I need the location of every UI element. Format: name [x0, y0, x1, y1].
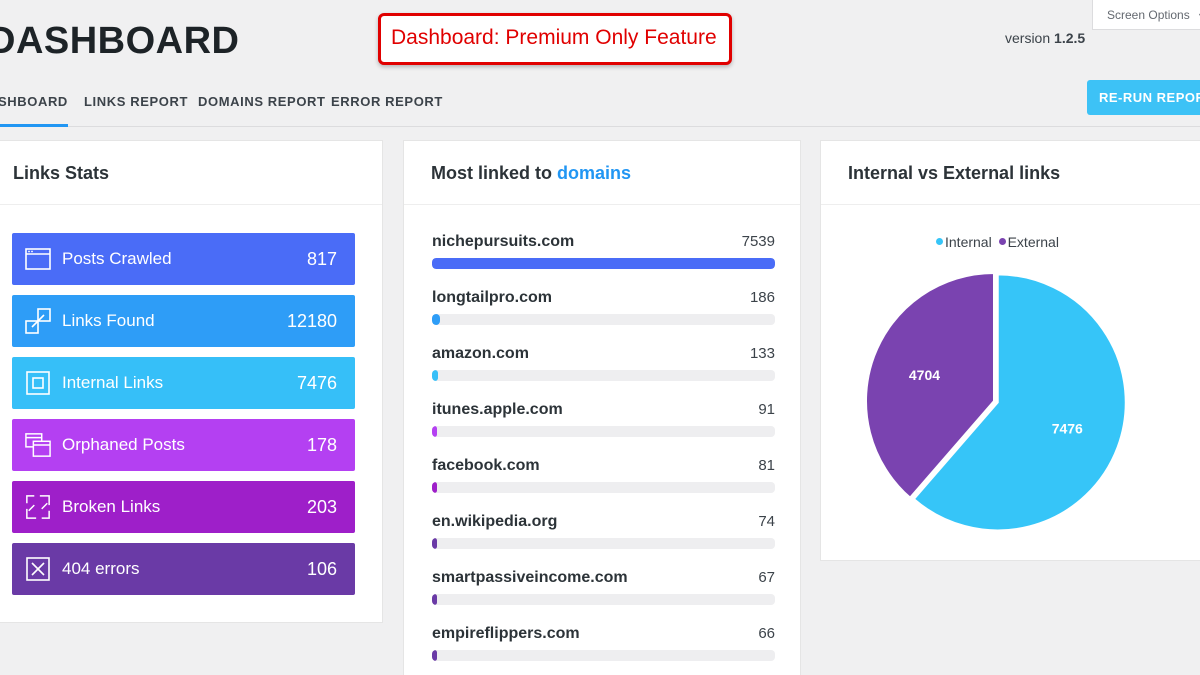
domains-link[interactable]: domains [557, 163, 631, 183]
domain-bar-track [432, 650, 775, 661]
stat-internal-links[interactable]: Internal Links 7476 [12, 357, 355, 409]
stat-value: 178 [306, 434, 337, 455]
legend-external[interactable]: External [996, 234, 1059, 250]
links-stats-title: Links Stats [0, 141, 382, 205]
domain-name: facebook.com [432, 457, 540, 474]
broken-link-icon [25, 494, 51, 520]
domain-bar-fill [432, 370, 439, 381]
stat-label: Orphaned Posts [62, 435, 185, 454]
domain-count: 7539 [741, 233, 775, 250]
close-box-icon [25, 556, 51, 582]
screen-options-button[interactable]: Screen Options ▼ [1092, 0, 1200, 30]
domains-title-prefix: Most linked to [431, 163, 552, 183]
version-label: version [1005, 30, 1051, 46]
chart-legend: Internal External [936, 234, 1059, 250]
stat-label: Posts Crawled [62, 249, 172, 268]
domain-bar-track [432, 314, 775, 325]
stat-label: Links Found [62, 311, 155, 330]
legend-internal-label: Internal [945, 234, 992, 250]
domain-bar-fill [432, 538, 438, 549]
tab-links-report[interactable]: LINKS REPORT [84, 94, 188, 127]
stat-links-found[interactable]: Links Found 12180 [12, 295, 355, 347]
domain-count: 81 [758, 457, 775, 474]
internal-external-card: Internal vs External links Internal Exte… [820, 140, 1200, 561]
domains-title: Most linked to domains [404, 141, 800, 205]
domain-bar-fill [432, 314, 441, 325]
domain-bar-track [432, 594, 775, 605]
domain-bar-fill [432, 258, 775, 269]
report-tabs: SHBOARD LINKS REPORT DOMAINS REPORT ERRO… [0, 84, 1200, 127]
domains-card: Most linked to domains nichepursuits.com… [403, 140, 801, 675]
domain-bar-track [432, 258, 775, 269]
legend-internal-dot [936, 238, 943, 245]
internal-external-title: Internal vs External links [821, 141, 1200, 205]
domain-count: 67 [758, 569, 775, 586]
link-icon [25, 308, 51, 334]
stat-value: 12180 [286, 310, 337, 331]
stat-value: 817 [306, 248, 337, 269]
version-number: 1.2.5 [1054, 30, 1086, 46]
domain-name: amazon.com [432, 345, 529, 362]
stat-broken-links[interactable]: Broken Links 203 [12, 481, 355, 533]
stat-value: 203 [306, 496, 337, 517]
version-info: version 1.2.5 [1005, 30, 1085, 46]
legend-external-label: External [1007, 234, 1059, 250]
stat-label: Broken Links [62, 497, 161, 516]
stat-orphaned-posts[interactable]: Orphaned Posts 178 [12, 419, 355, 471]
screen-options-label: Screen Options [1107, 8, 1190, 22]
domain-name: en.wikipedia.org [432, 513, 558, 530]
stat-value: 106 [306, 558, 337, 579]
domain-name: empireflippers.com [432, 625, 580, 642]
domain-count: 186 [749, 289, 775, 306]
domain-bar-fill [432, 594, 438, 605]
browser-window-icon [25, 246, 51, 272]
page-title: DASHBOARD [0, 20, 240, 62]
domain-bar-fill [432, 426, 438, 437]
domain-bar-track [432, 482, 775, 493]
internal-external-pie-chart: 7476 4704 [865, 271, 1127, 532]
legend-internal[interactable]: Internal [936, 234, 992, 250]
tab-dashboard[interactable]: SHBOARD [0, 94, 68, 127]
stat-posts-crawled[interactable]: Posts Crawled 817 [12, 233, 355, 285]
windows-icon [25, 432, 51, 458]
domain-name: longtailpro.com [432, 289, 552, 306]
domain-bar-fill [432, 650, 438, 661]
rerun-reports-button[interactable]: RE-RUN REPORTS [1087, 80, 1200, 115]
domain-count: 133 [749, 345, 775, 362]
stat-value: 7476 [296, 372, 337, 393]
domain-count: 74 [758, 513, 775, 530]
premium-notice: Dashboard: Premium Only Feature [378, 13, 732, 65]
domain-name: nichepursuits.com [432, 233, 575, 250]
internal-box-icon [25, 370, 51, 396]
domain-count: 91 [758, 401, 775, 418]
stat-label: 404 errors [62, 559, 140, 578]
domain-count: 66 [758, 625, 775, 642]
domain-name: itunes.apple.com [432, 401, 563, 418]
stat-label: Internal Links [62, 373, 164, 392]
pie-label-external: 4704 [909, 367, 940, 383]
stat-404-errors[interactable]: 404 errors 106 [12, 543, 355, 595]
pie-label-internal: 7476 [1052, 420, 1083, 436]
legend-external-dot [998, 238, 1006, 245]
domain-bar-track [432, 370, 775, 381]
tab-error-report[interactable]: ERROR REPORT [331, 94, 443, 127]
domain-bar-track [432, 426, 775, 437]
domain-bar-track [432, 538, 775, 549]
domain-bar-fill [432, 482, 438, 493]
domain-name: smartpassiveincome.com [432, 569, 628, 586]
tab-domains-report[interactable]: DOMAINS REPORT [198, 94, 326, 127]
